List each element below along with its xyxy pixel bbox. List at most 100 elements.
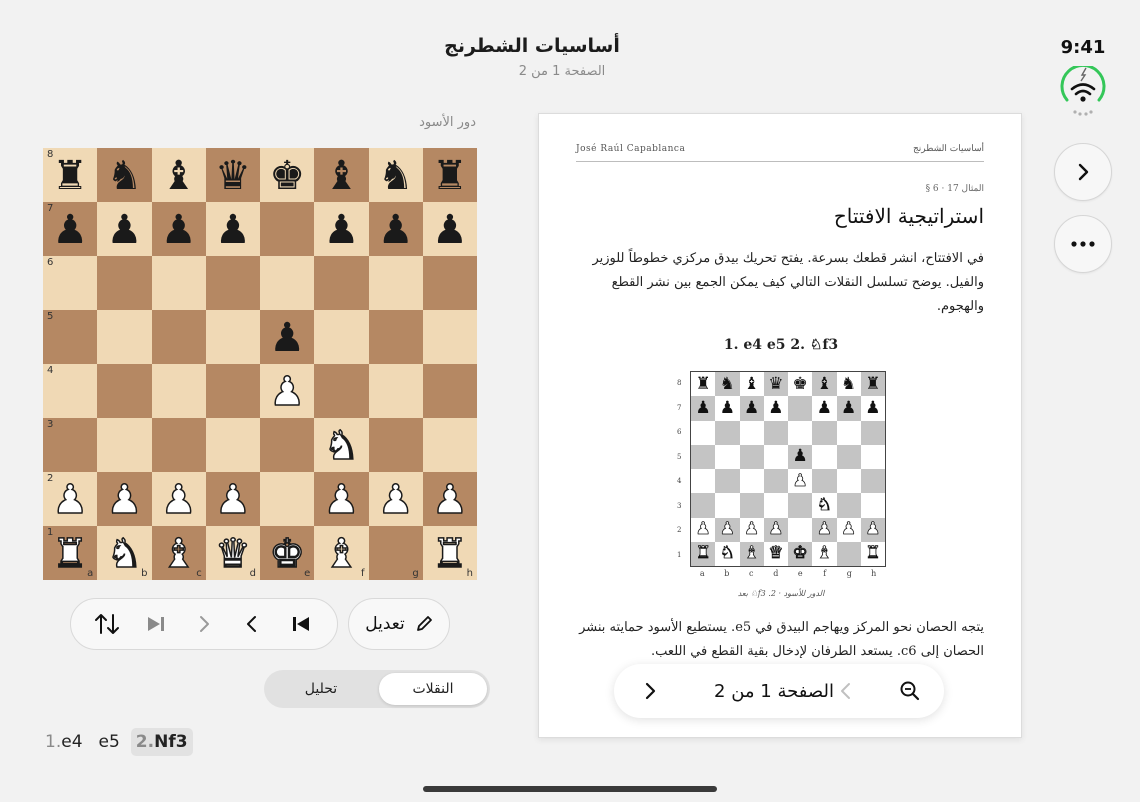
black-pawn-icon[interactable]: ♟ bbox=[269, 318, 305, 358]
next-move-button[interactable] bbox=[186, 606, 222, 642]
square-g7[interactable]: ♟ bbox=[368, 202, 423, 256]
chess-board[interactable]: ♜ 8 ♞ ♝ ♛ ♚ ♝ ♞ ♜ ♟ 7 ♟ ♟ ♟ ♟ ♟ ♟ 6 5 ♟ 4 ♟ 3 ♞ ♟ 2 ♟ ♟ ♟ ♟ ♟ ♟ ♜ 1 a ♞ b ♝ c ♛… bbox=[43, 148, 477, 580]
square-a5[interactable]: 5 bbox=[43, 310, 98, 364]
square-f7[interactable]: ♟ bbox=[314, 202, 369, 256]
square-h6[interactable] bbox=[422, 256, 477, 310]
square-e5[interactable]: ♟ bbox=[260, 310, 315, 364]
white-knight-icon[interactable]: ♞ bbox=[106, 533, 143, 575]
square-b3[interactable] bbox=[97, 418, 152, 472]
black-rook-icon[interactable]: ♜ bbox=[432, 156, 468, 196]
black-pawn-icon[interactable]: ♟ bbox=[106, 210, 142, 250]
square-f6[interactable] bbox=[314, 256, 369, 310]
white-pawn-icon[interactable]: ♟ bbox=[51, 479, 88, 521]
square-b4[interactable] bbox=[97, 364, 152, 418]
first-move-button[interactable] bbox=[283, 606, 319, 642]
next-page-button[interactable] bbox=[632, 673, 668, 709]
square-h3[interactable] bbox=[422, 418, 477, 472]
square-e8[interactable]: ♚ bbox=[260, 148, 315, 202]
move-item-current[interactable]: 2.Nf3 bbox=[130, 728, 193, 756]
square-e3[interactable] bbox=[260, 418, 315, 472]
black-pawn-icon[interactable]: ♟ bbox=[323, 210, 359, 250]
square-f4[interactable] bbox=[314, 364, 369, 418]
black-pawn-icon[interactable]: ♟ bbox=[52, 210, 88, 250]
black-knight-icon[interactable]: ♞ bbox=[378, 156, 414, 196]
square-h4[interactable] bbox=[422, 364, 477, 418]
square-d3[interactable] bbox=[205, 418, 260, 472]
previous-move-button[interactable] bbox=[234, 606, 270, 642]
black-pawn-icon[interactable]: ♟ bbox=[215, 210, 251, 250]
white-bishop-icon[interactable]: ♝ bbox=[323, 533, 360, 575]
square-d5[interactable] bbox=[205, 310, 260, 364]
tab-analysis[interactable]: تحليل bbox=[267, 673, 375, 705]
square-c6[interactable] bbox=[151, 256, 206, 310]
white-king-icon[interactable]: ♚ bbox=[268, 533, 305, 575]
square-e4[interactable]: ♟ bbox=[260, 364, 315, 418]
prev-page-button[interactable] bbox=[828, 673, 864, 709]
square-h5[interactable] bbox=[422, 310, 477, 364]
square-g5[interactable] bbox=[368, 310, 423, 364]
next-page-button[interactable] bbox=[1054, 143, 1112, 201]
square-e6[interactable] bbox=[260, 256, 315, 310]
white-pawn-icon[interactable]: ♟ bbox=[160, 479, 197, 521]
square-b1[interactable]: ♞ b bbox=[97, 526, 152, 580]
square-d2[interactable]: ♟ bbox=[205, 472, 260, 526]
white-pawn-icon[interactable]: ♟ bbox=[214, 479, 251, 521]
home-indicator[interactable] bbox=[423, 786, 717, 792]
square-c1[interactable]: ♝ c bbox=[151, 526, 206, 580]
square-h2[interactable]: ♟ bbox=[422, 472, 477, 526]
square-c7[interactable]: ♟ bbox=[151, 202, 206, 256]
flip-board-button[interactable] bbox=[89, 606, 125, 642]
white-pawn-icon[interactable]: ♟ bbox=[431, 479, 468, 521]
square-e7[interactable] bbox=[260, 202, 315, 256]
white-knight-icon[interactable]: ♞ bbox=[323, 425, 360, 467]
square-f8[interactable]: ♝ bbox=[314, 148, 369, 202]
white-pawn-icon[interactable]: ♟ bbox=[268, 371, 305, 413]
move-item[interactable]: 1.e4 bbox=[40, 728, 88, 756]
square-a3[interactable]: 3 bbox=[43, 418, 98, 472]
black-rook-icon[interactable]: ♜ bbox=[52, 156, 88, 196]
white-rook-icon[interactable]: ♜ bbox=[51, 533, 88, 575]
square-d7[interactable]: ♟ bbox=[205, 202, 260, 256]
square-a8[interactable]: ♜ 8 bbox=[43, 148, 98, 202]
square-c2[interactable]: ♟ bbox=[151, 472, 206, 526]
square-f3[interactable]: ♞ bbox=[314, 418, 369, 472]
square-h1[interactable]: ♜ h bbox=[422, 526, 477, 580]
square-d4[interactable] bbox=[205, 364, 260, 418]
square-f2[interactable]: ♟ bbox=[314, 472, 369, 526]
black-queen-icon[interactable]: ♛ bbox=[215, 156, 251, 196]
square-f5[interactable] bbox=[314, 310, 369, 364]
white-pawn-icon[interactable]: ♟ bbox=[377, 479, 414, 521]
square-g4[interactable] bbox=[368, 364, 423, 418]
black-pawn-icon[interactable]: ♟ bbox=[432, 210, 468, 250]
square-b2[interactable]: ♟ bbox=[97, 472, 152, 526]
white-bishop-icon[interactable]: ♝ bbox=[160, 533, 197, 575]
square-d1[interactable]: ♛ d bbox=[205, 526, 260, 580]
square-e2[interactable] bbox=[260, 472, 315, 526]
square-h7[interactable]: ♟ bbox=[422, 202, 477, 256]
black-bishop-icon[interactable]: ♝ bbox=[323, 156, 359, 196]
square-c4[interactable] bbox=[151, 364, 206, 418]
square-e1[interactable]: ♚ e bbox=[260, 526, 315, 580]
black-knight-icon[interactable]: ♞ bbox=[106, 156, 142, 196]
white-pawn-icon[interactable]: ♟ bbox=[106, 479, 143, 521]
black-pawn-icon[interactable]: ♟ bbox=[378, 210, 414, 250]
black-king-icon[interactable]: ♚ bbox=[269, 156, 305, 196]
square-c3[interactable] bbox=[151, 418, 206, 472]
square-a6[interactable]: 6 bbox=[43, 256, 98, 310]
square-b5[interactable] bbox=[97, 310, 152, 364]
square-a2[interactable]: ♟ 2 bbox=[43, 472, 98, 526]
white-rook-icon[interactable]: ♜ bbox=[431, 533, 468, 575]
zoom-out-button[interactable] bbox=[892, 673, 928, 709]
edit-button[interactable]: تعديل bbox=[348, 598, 450, 650]
white-queen-icon[interactable]: ♛ bbox=[214, 533, 251, 575]
square-a4[interactable]: 4 bbox=[43, 364, 98, 418]
square-c8[interactable]: ♝ bbox=[151, 148, 206, 202]
square-b8[interactable]: ♞ bbox=[97, 148, 152, 202]
move-item[interactable]: e5 bbox=[94, 728, 125, 756]
square-h8[interactable]: ♜ bbox=[422, 148, 477, 202]
square-a1[interactable]: ♜ 1 a bbox=[43, 526, 98, 580]
square-f1[interactable]: ♝ f bbox=[314, 526, 369, 580]
square-g2[interactable]: ♟ bbox=[368, 472, 423, 526]
square-d6[interactable] bbox=[205, 256, 260, 310]
square-g6[interactable] bbox=[368, 256, 423, 310]
